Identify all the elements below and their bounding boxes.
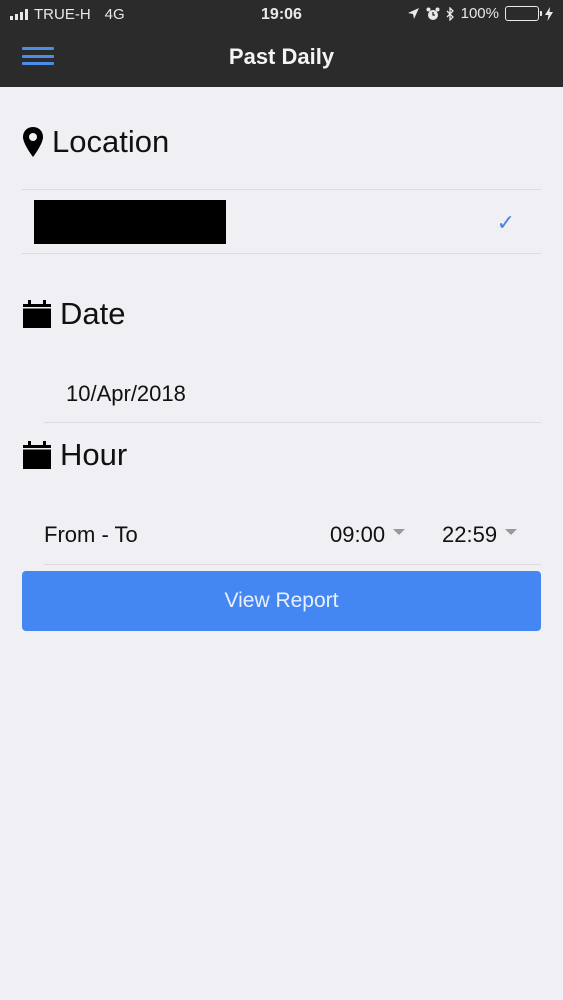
battery-percent: 100% — [460, 5, 499, 22]
from-time-value: 09:00 — [330, 522, 386, 547]
date-title: Date — [60, 296, 126, 331]
page-title: Past Daily — [228, 44, 335, 69]
top-bar: TRUE-H 4G 19:06 100% Past Daily — [0, 0, 563, 87]
hour-range-row: From - To 09:00 22:59 — [44, 505, 541, 565]
bluetooth-icon — [446, 6, 454, 21]
status-bar: TRUE-H 4G 19:06 100% — [0, 0, 563, 30]
date-value: 10/Apr/2018 — [66, 381, 186, 406]
checkmark-icon: ✓ — [496, 210, 515, 235]
hour-title: Hour — [60, 437, 128, 472]
location-section-title: Location — [22, 124, 169, 160]
location-title: Location — [52, 124, 170, 159]
map-marker-icon — [23, 127, 43, 157]
location-select[interactable]: ✓ — [22, 189, 541, 254]
chevron-down-icon — [505, 529, 518, 535]
calendar-icon — [23, 300, 51, 328]
alarm-icon — [426, 7, 440, 20]
hour-section-title: Hour — [22, 437, 127, 473]
date-section-title: Date — [22, 296, 125, 332]
calendar-icon — [23, 441, 51, 469]
view-report-button[interactable]: View Report — [22, 571, 541, 631]
chevron-down-icon — [393, 529, 406, 535]
redacted-location-value — [34, 200, 226, 244]
location-arrow-icon — [407, 8, 419, 19]
date-picker[interactable]: 10/Apr/2018 — [44, 365, 541, 423]
to-time-value: 22:59 — [442, 522, 498, 547]
status-right: 100% — [407, 5, 553, 22]
battery-icon — [505, 6, 542, 21]
charging-icon — [545, 6, 553, 21]
from-time-select[interactable]: 09:00 — [330, 522, 406, 548]
to-time-select[interactable]: 22:59 — [442, 522, 518, 548]
from-to-label: From - To — [44, 522, 138, 547]
